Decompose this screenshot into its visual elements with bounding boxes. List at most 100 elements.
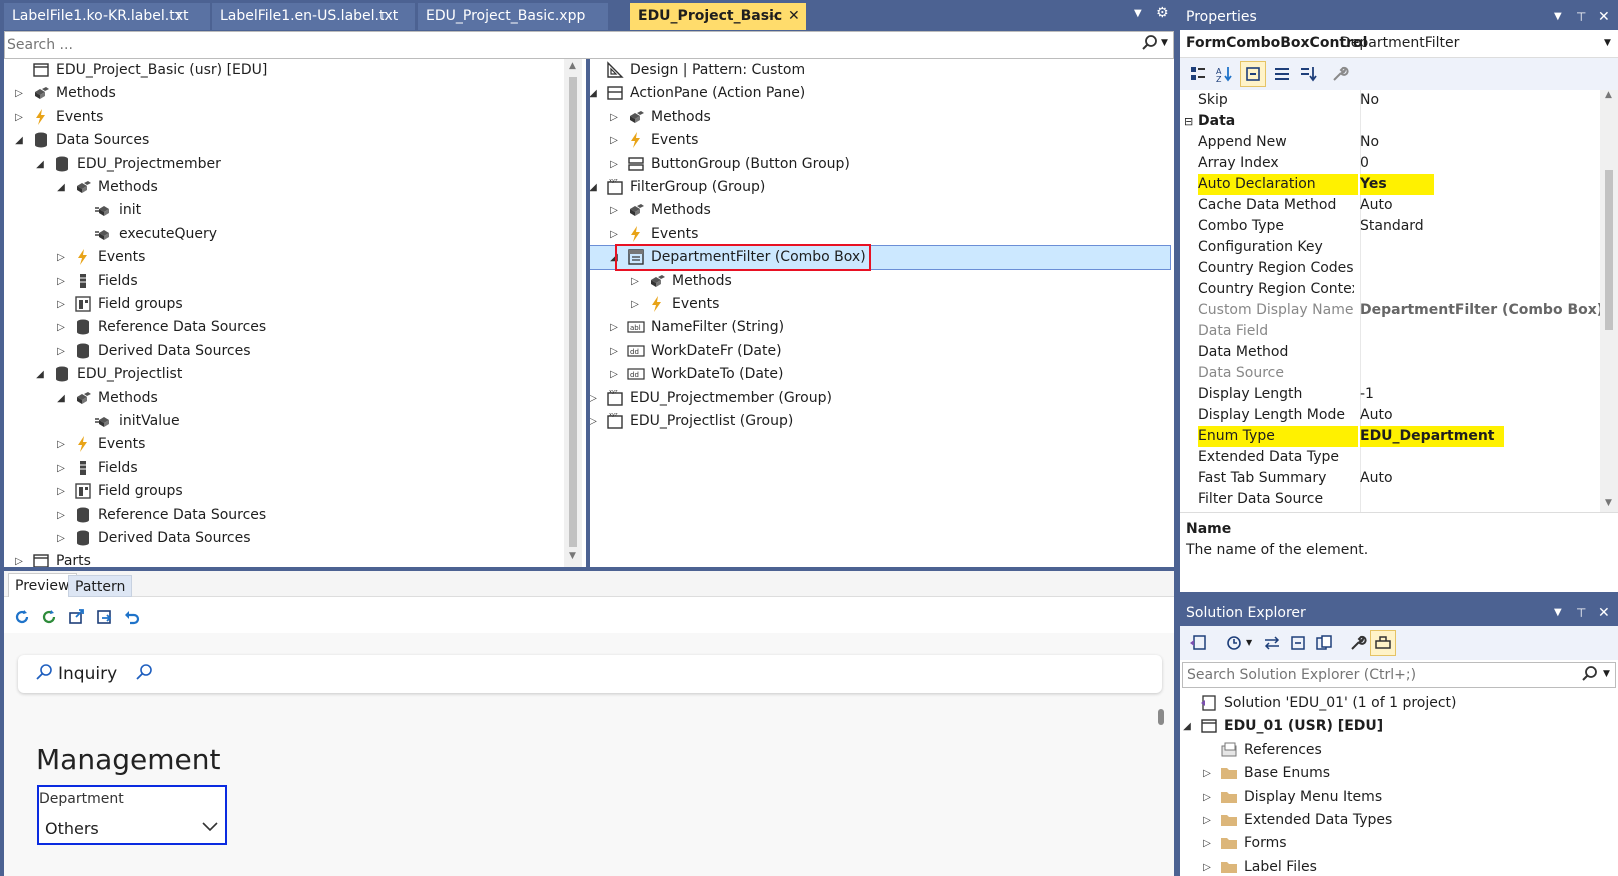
show-all-files-icon[interactable] (1312, 631, 1336, 655)
tree-item[interactable]: ◢ Methods (4, 176, 560, 199)
pending-changes-icon[interactable] (1222, 631, 1246, 655)
expand-arrow-icon[interactable]: ▷ (1200, 809, 1214, 832)
collapse-arrow-icon[interactable]: ◢ (33, 153, 47, 176)
vertical-scrollbar[interactable]: ▲ ▼ (564, 59, 582, 567)
search-icon[interactable] (1141, 34, 1159, 56)
tree-item[interactable]: ▷ Events (4, 246, 560, 269)
tree-item[interactable]: ▷ Methods (4, 82, 560, 105)
solution-tree-item[interactable]: ▷ Extended Data Types (1180, 809, 1618, 832)
property-value[interactable]: EDU_Department (1360, 426, 1505, 447)
collapse-arrow-icon[interactable]: ◢ (1180, 715, 1194, 738)
property-row[interactable]: Filter Data Source (1180, 489, 1592, 510)
expand-arrow-icon[interactable]: ▷ (607, 199, 621, 222)
expand-arrow-icon[interactable]: ▷ (607, 316, 621, 339)
property-row[interactable]: Custom Display Name DepartmentFilter (Com… (1180, 300, 1600, 321)
pin-icon[interactable]: ⊣ (768, 3, 778, 30)
property-row[interactable]: Array Index 0 (1180, 153, 1592, 174)
solution-tree-item[interactable]: References (1180, 739, 1618, 762)
scroll-down-icon[interactable]: ▼ (569, 551, 576, 561)
expand-arrow-icon[interactable]: ▷ (607, 363, 621, 386)
chevron-down-icon[interactable] (201, 817, 219, 839)
undo-icon[interactable] (120, 605, 144, 629)
expand-arrow-icon[interactable]: ▷ (1200, 856, 1214, 876)
tree-item[interactable]: ◢ Data Sources (4, 129, 560, 152)
expand-arrow-icon[interactable]: ▷ (54, 527, 68, 550)
property-row[interactable]: Country Region Codes (1180, 258, 1592, 279)
open-external-icon[interactable] (65, 605, 89, 629)
tab-project-basic-designer[interactable]: EDU_Project_Basic ⊣ ✕ (630, 3, 806, 30)
expand-arrow-icon[interactable]: ▷ (54, 340, 68, 363)
collapse-arrow-icon[interactable]: ◢ (33, 363, 47, 386)
design-tree-item[interactable]: ▷ Methods (590, 106, 1170, 129)
sync-icon[interactable] (1260, 631, 1284, 655)
scroll-up-icon[interactable]: ▲ (1605, 90, 1612, 100)
tab-labelfile-en-us[interactable]: LabelFile1.en-US.label.txt ⊤ (212, 3, 415, 30)
tree-item[interactable]: ▷ Derived Data Sources (4, 527, 560, 550)
tree-item[interactable]: ▷ Events (4, 433, 560, 456)
design-tree-item[interactable]: ▷ abl NameFilter (String) (590, 316, 1170, 339)
property-category[interactable]: ⊟ Data (1180, 111, 1592, 132)
property-row[interactable]: Data Field (1180, 321, 1592, 342)
property-value[interactable]: DepartmentFilter (Combo Box) (1360, 300, 1600, 321)
tree-item[interactable]: ▷ Field groups (4, 480, 560, 503)
solution-tree-item[interactable]: ▷ Base Enums (1180, 762, 1618, 785)
expand-arrow-icon[interactable]: ▷ (54, 504, 68, 527)
expand-arrow-icon[interactable]: ▷ (607, 340, 621, 363)
tree-item[interactable]: initValue (4, 410, 560, 433)
design-tree-item[interactable]: ▷ ButtonGroup (Button Group) (590, 153, 1170, 176)
property-row[interactable]: Combo Type Standard (1180, 216, 1592, 237)
property-row[interactable]: Display Length Mode Auto (1180, 405, 1592, 426)
solution-tree-item[interactable]: ▷ Forms (1180, 832, 1618, 855)
tab-preview[interactable]: Preview (8, 573, 77, 597)
property-row[interactable]: Skip No (1180, 90, 1592, 111)
property-row[interactable]: Data Source (1180, 363, 1592, 384)
design-tree-item[interactable]: ▷ dd WorkDateFr (Date) (590, 340, 1170, 363)
solution-search-input[interactable] (1187, 665, 1567, 685)
tree-item[interactable]: ◢ Methods (4, 387, 560, 410)
tree-item[interactable]: ◢ EDU_Projectmember (4, 153, 560, 176)
export-icon[interactable] (93, 605, 117, 629)
property-value[interactable]: Auto (1360, 405, 1393, 426)
solution-tree-item[interactable]: ▷ Label Files (1180, 856, 1618, 876)
pin-icon[interactable]: ⊤ (378, 3, 388, 30)
tree-item[interactable]: EDU_Project_Basic (usr) [EDU] (4, 59, 560, 82)
property-value[interactable]: 0 (1360, 153, 1369, 174)
expand-arrow-icon[interactable]: ▷ (54, 480, 68, 503)
tree-item[interactable]: executeQuery (4, 223, 560, 246)
collapse-box-icon[interactable]: ⊟ (1184, 111, 1193, 132)
design-tree-item[interactable]: ▷ xyz EDU_Projectmember (Group) (590, 387, 1170, 410)
tab-pattern[interactable]: Pattern (68, 575, 133, 597)
collapse-all-icon[interactable] (1296, 62, 1320, 86)
property-row[interactable]: Enum Type EDU_Department (1180, 426, 1592, 447)
property-row[interactable]: Fast Tab Summary Auto (1180, 468, 1592, 489)
refresh-icon[interactable] (10, 605, 34, 629)
pin-icon[interactable]: ⊤ (174, 3, 184, 30)
sort-alpha-icon[interactable]: AZ (1212, 62, 1236, 86)
expand-arrow-icon[interactable]: ▷ (54, 457, 68, 480)
tree-item[interactable]: ▷ Fields (4, 270, 560, 293)
scroll-up-icon[interactable]: ▲ (569, 61, 576, 71)
search-icon[interactable] (1581, 665, 1599, 687)
tree-item[interactable]: ▷ Fields (4, 457, 560, 480)
scroll-thumb[interactable] (1605, 170, 1613, 330)
scroll-thumb[interactable] (569, 77, 577, 547)
tree-item[interactable]: ▷ Parts (4, 550, 560, 567)
property-value[interactable]: No (1360, 90, 1379, 111)
tree-item[interactable]: init (4, 199, 560, 222)
solution-tree-item[interactable]: ◢ EDU_01 (USR) [EDU] (1180, 715, 1618, 738)
expand-arrow-icon[interactable]: ▷ (628, 270, 642, 293)
expand-arrow-icon[interactable]: ▷ (54, 246, 68, 269)
expand-arrow-icon[interactable]: ▷ (590, 410, 600, 433)
object-selector[interactable]: FormComboBoxControl DepartmentFilter ▼ (1180, 30, 1618, 58)
property-row[interactable]: Display Length -1 (1180, 384, 1592, 405)
tab-xpp[interactable]: EDU_Project_Basic.xpp (418, 3, 608, 30)
expand-arrow-icon[interactable]: ▷ (1200, 762, 1214, 785)
preview-scroll-thumb[interactable] (1158, 709, 1164, 725)
property-value[interactable]: Yes (1360, 174, 1434, 195)
expand-arrow-icon[interactable]: ▷ (12, 82, 26, 105)
design-tree-item[interactable]: ▷ xyz EDU_Projectlist (Group) (590, 410, 1170, 433)
collapse-arrow-icon[interactable]: ◢ (54, 176, 68, 199)
expand-arrow-icon[interactable]: ▷ (54, 316, 68, 339)
pin-icon[interactable]: ⊤ (1576, 600, 1586, 626)
design-tree-item[interactable]: ◢ xyz FilterGroup (Group) (590, 176, 1170, 199)
